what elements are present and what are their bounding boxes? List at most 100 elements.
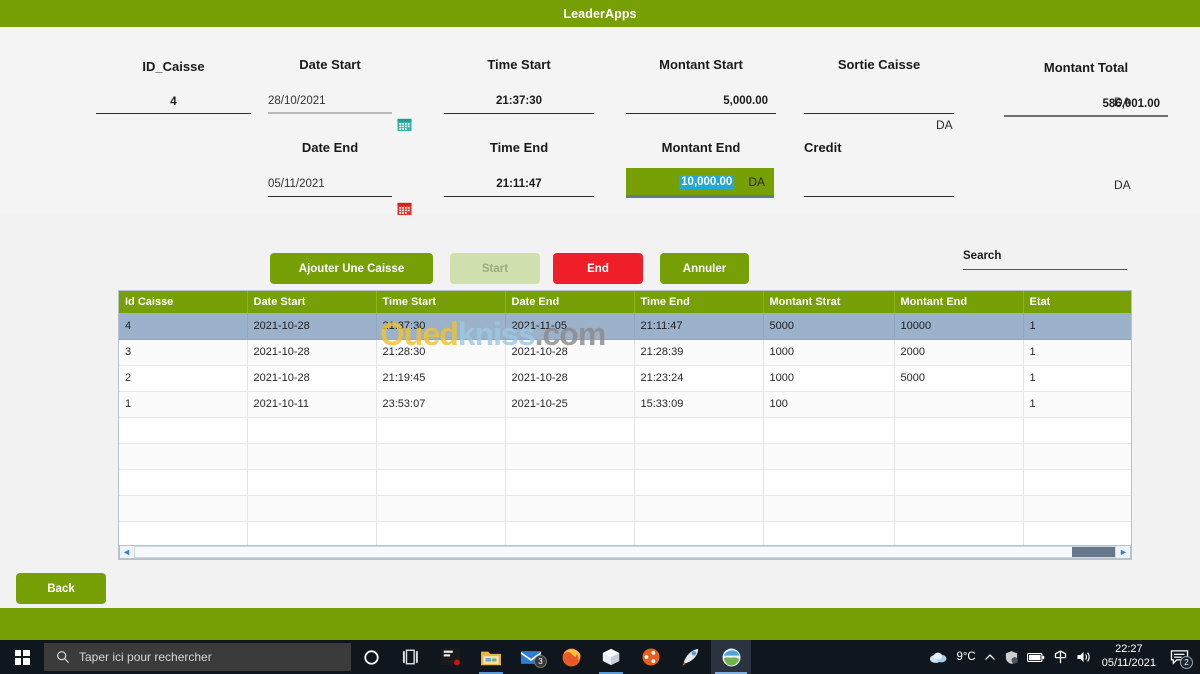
cell-time-start: [376, 469, 506, 496]
column-header-date-end[interactable]: Date End: [505, 291, 635, 313]
bottom-bar: [0, 608, 1200, 640]
search-field[interactable]: Search: [963, 246, 1127, 270]
cell-time-start: [376, 495, 506, 522]
field-value-id-caisse[interactable]: 4: [170, 96, 176, 108]
cell-date-start: 2021-10-28: [247, 313, 377, 340]
table-row[interactable]: [119, 469, 1131, 496]
add-caisse-button[interactable]: Ajouter Une Caisse: [270, 253, 433, 284]
cell-time-start: [376, 443, 506, 470]
calendar-icon-date-end[interactable]: [397, 201, 412, 216]
cell-montant-strat: 1000: [763, 365, 895, 392]
cell-etat: [1023, 495, 1131, 522]
field-underline-montant-start: [626, 113, 776, 114]
cell-montant-end: 2000: [894, 339, 1024, 366]
cell-date-end: [505, 417, 635, 444]
field-label-credit: Credit: [804, 140, 842, 155]
column-header-etat[interactable]: Etat: [1023, 291, 1131, 313]
cell-id-caisse: [119, 521, 248, 548]
currency-montant-start: DA: [936, 118, 953, 132]
clock-date: 05/11/2021: [1101, 657, 1156, 669]
cancel-button[interactable]: Annuler: [660, 253, 749, 284]
field-value-date-end[interactable]: 05/11/2021: [268, 178, 325, 190]
cell-time-start: [376, 417, 506, 444]
volume-icon[interactable]: [1076, 650, 1092, 664]
task-view-icon[interactable]: [391, 640, 431, 674]
table-row[interactable]: [119, 443, 1131, 470]
cell-montant-strat: [763, 521, 895, 548]
column-header-montant-end[interactable]: Montant End: [894, 291, 1024, 313]
column-header-id-caisse[interactable]: Id Caisse: [119, 291, 248, 313]
cell-etat: 1: [1023, 313, 1131, 340]
cell-montant-strat: [763, 495, 895, 522]
column-header-montant-strat[interactable]: Montant Strat: [763, 291, 895, 313]
table-row[interactable]: [119, 417, 1131, 444]
field-underline-time-start: [444, 113, 594, 114]
back-button[interactable]: Back: [16, 573, 106, 604]
network-icon[interactable]: [1053, 650, 1068, 664]
package-app-icon[interactable]: [591, 640, 631, 674]
scroll-right-arrow-icon[interactable]: ►: [1117, 546, 1130, 558]
battery-icon[interactable]: [1026, 652, 1045, 663]
cell-etat: 1: [1023, 391, 1131, 418]
montant-end-selected-text[interactable]: 10,000.00: [679, 174, 735, 189]
field-underline-id-caisse: [96, 113, 251, 114]
security-shield-icon[interactable]: [1004, 650, 1019, 665]
cell-date-end: 2021-10-25: [505, 391, 635, 418]
field-underline-date-end: [268, 196, 392, 197]
firefox-icon[interactable]: [551, 640, 591, 674]
field-date-end: Date End 05/11/2021: [268, 140, 392, 197]
cell-id-caisse: 1: [119, 391, 248, 418]
start-button-taskbar[interactable]: [0, 640, 44, 674]
weather-cloud-icon[interactable]: [929, 650, 948, 664]
mail-app-icon[interactable]: 3: [511, 640, 551, 674]
clock-time: 22:27: [1115, 643, 1143, 656]
table-row[interactable]: [119, 521, 1131, 548]
column-header-time-end[interactable]: Time End: [634, 291, 764, 313]
chevron-up-icon[interactable]: [984, 653, 996, 662]
end-button[interactable]: End: [553, 253, 643, 284]
field-value-time-start[interactable]: 21:37:30: [496, 95, 542, 107]
cell-time-start: 21:28:30: [376, 339, 506, 366]
taskbar-clock[interactable]: 22:27 05/11/2021: [1102, 643, 1156, 671]
file-explorer-icon[interactable]: [471, 640, 511, 674]
scroll-left-arrow-icon[interactable]: ◄: [120, 546, 133, 558]
paint-rocket-icon[interactable]: [671, 640, 711, 674]
cell-etat: 1: [1023, 339, 1131, 366]
scrollbar-track[interactable]: [134, 546, 1116, 558]
terminal-app-icon[interactable]: [431, 640, 471, 674]
taskbar-search-box[interactable]: Taper ici pour rechercher: [44, 643, 351, 671]
cell-time-end: [634, 443, 764, 470]
table-horizontal-scrollbar[interactable]: ◄ ►: [119, 545, 1131, 559]
weather-temperature[interactable]: 9°C: [956, 651, 975, 663]
table-row[interactable]: 4 2021-10-28 21:37:30 2021-11-05 21:11:4…: [119, 313, 1131, 340]
start-button[interactable]: Start: [450, 253, 540, 284]
cell-time-start: 21:37:30: [376, 313, 506, 340]
montant-end-input[interactable]: 10,000.00 DA: [626, 168, 774, 198]
notification-center-button[interactable]: 2: [1166, 644, 1193, 670]
table-row[interactable]: 2 2021-10-28 21:19:45 2021-10-28 21:23:2…: [119, 365, 1131, 392]
field-label-date-end: Date End: [301, 140, 359, 155]
cortana-icon[interactable]: [351, 640, 391, 674]
field-underline-montant-total: [1004, 115, 1168, 117]
field-value-montant-start[interactable]: 5,000.00: [723, 95, 768, 107]
column-header-date-start[interactable]: Date Start: [247, 291, 377, 313]
scrollbar-thumb[interactable]: [1072, 547, 1115, 557]
leaderapps-taskbar-icon[interactable]: [711, 640, 751, 674]
field-value-date-start[interactable]: 28/10/2021: [268, 95, 326, 107]
ubuntu-icon[interactable]: [631, 640, 671, 674]
calendar-icon-date-start[interactable]: [397, 117, 412, 132]
application-window: LeaderApps ID_Caisse 4 Date Start 28/10/…: [0, 0, 1200, 674]
cell-date-end: 2021-11-05: [505, 313, 635, 340]
caisse-table[interactable]: Id Caisse Date Start Time Start Date End…: [118, 290, 1132, 560]
table-row[interactable]: 3 2021-10-28 21:28:30 2021-10-28 21:28:3…: [119, 339, 1131, 366]
cell-date-end: 2021-10-28: [505, 339, 635, 366]
column-header-time-start[interactable]: Time Start: [376, 291, 506, 313]
field-value-montant-total[interactable]: 586,001.00: [1102, 98, 1160, 110]
field-underline-date-start: [268, 112, 392, 114]
table-row[interactable]: [119, 495, 1131, 522]
cell-date-start: 2021-10-28: [247, 339, 377, 366]
cell-date-end: [505, 521, 635, 548]
field-value-time-end[interactable]: 21:11:47: [496, 178, 541, 190]
table-row[interactable]: 1 2021-10-11 23:53:07 2021-10-25 15:33:0…: [119, 391, 1131, 418]
field-date-start: Date Start 28/10/2021: [268, 57, 392, 114]
